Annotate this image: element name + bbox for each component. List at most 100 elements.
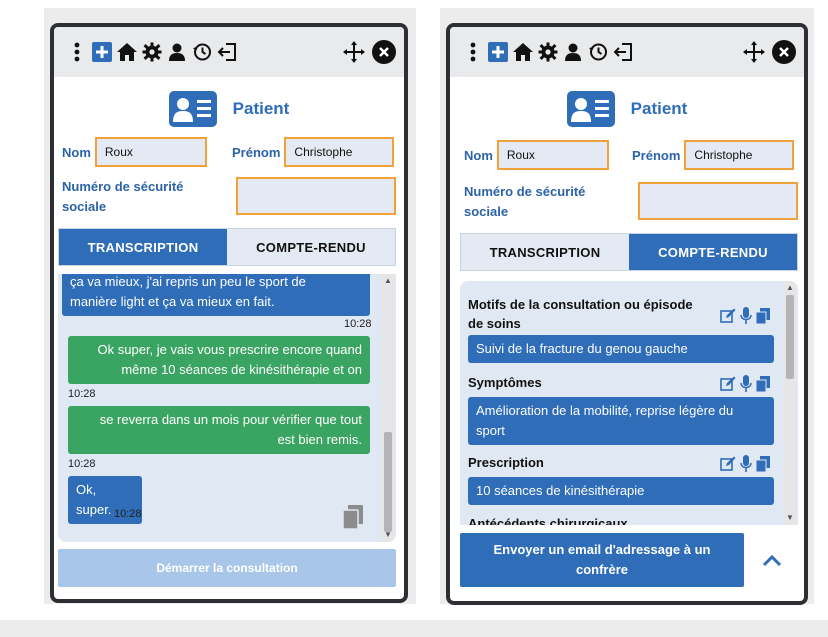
microphone-icon[interactable] [740,455,752,473]
close-icon[interactable] [372,40,396,64]
nom-label: Nom [464,147,493,163]
patient-title: Patient [630,99,688,118]
secu-field[interactable] [638,182,798,220]
microphone-icon[interactable] [740,307,752,325]
logout-icon[interactable] [612,41,634,63]
prenom-label: Prénom [632,147,681,163]
section-title-line: de soins [468,316,521,331]
patient-title: Patient [232,99,290,118]
scroll-up-arrow[interactable]: ▲ [784,283,796,293]
section-title-partial: Antécédents chirurgicaux [468,514,628,525]
toolbar [54,27,404,77]
message-text: même 10 séances de kinésithérapie et on [121,362,362,377]
id-card-icon [168,91,217,127]
move-icon[interactable] [743,41,765,63]
email-button-line: Envoyer un email d'adressage à un [493,542,711,557]
history-icon[interactable] [587,41,609,63]
message-text: est bien remis. [277,432,362,447]
copy-icon[interactable] [342,504,364,535]
section-value-line: sport [476,423,505,438]
section-value[interactable]: Amélioration de la mobilité, reprise lég… [468,397,774,445]
message-text: manière light et ça va mieux en fait. [70,294,275,309]
message-time: 10:28 [68,388,96,400]
scroll-thumb[interactable] [786,295,794,379]
close-icon[interactable] [772,40,796,64]
secu-label: Numéro de sécurité sociale [62,177,183,217]
gear-icon[interactable] [537,41,559,63]
start-consultation-button[interactable]: Démarrer la consultation [58,549,396,587]
scroll-down-arrow[interactable]: ▼ [784,513,796,523]
message-text: ça va mieux, j'ai repris un peu le sport… [70,274,306,289]
user-icon[interactable] [562,41,584,63]
tab-compte-rendu[interactable]: COMPTE-RENDU [629,234,797,270]
sections-scrollbar[interactable]: ▲ ▼ [784,281,796,525]
patient-header: Patient [450,89,804,129]
copy-icon[interactable] [756,308,770,324]
secu-field[interactable] [236,177,396,215]
section-value-line: Amélioration de la mobilité, reprise lég… [476,403,734,418]
patient-header: Patient [54,89,404,129]
message-time: 10:28 [344,318,372,330]
more-vertical-icon[interactable] [66,41,88,63]
toolbar [450,27,804,77]
edit-icon[interactable] [720,308,736,324]
secu-label: Numéro de sécurité sociale [464,182,585,222]
section-value[interactable]: Suivi de la fracture du genou gauche [468,335,774,363]
widget-panel-compte-rendu: Patient Nom Roux Prénom Christophe Numér… [446,23,808,605]
section-actions [716,375,770,393]
prenom-label: Prénom [232,144,281,160]
add-note-icon[interactable] [91,41,113,63]
logout-icon[interactable] [216,41,238,63]
message-text: se reverra dans un mois pour vérifier qu… [99,412,362,427]
message-bubble-patient: se reverra dans un mois pour vérifier qu… [68,406,370,454]
prenom-field[interactable]: Christophe [284,137,395,167]
nom-row: Nom Roux [62,137,207,167]
nom-label: Nom [62,144,91,160]
edit-icon[interactable] [720,376,736,392]
secu-label-line2: sociale [62,199,107,214]
copy-icon[interactable] [756,456,770,472]
move-icon[interactable] [343,41,365,63]
send-referral-email-button[interactable]: Envoyer un email d'adressage à un confrè… [460,533,744,587]
tab-transcription[interactable]: TRANSCRIPTION [59,229,227,265]
tab-bar: TRANSCRIPTION COMPTE-RENDU [460,233,798,271]
secu-label-line1: Numéro de sécurité [464,184,586,199]
chat-scrollbar[interactable]: ▲ ▼ [382,274,394,542]
more-vertical-icon[interactable] [462,41,484,63]
chevron-up-icon[interactable] [754,543,790,579]
nom-row: Nom Roux [464,140,609,170]
edit-icon[interactable] [720,456,736,472]
transcription-chat: ça va mieux, j'ai repris un peu le sport… [58,274,396,542]
section-value[interactable]: 10 séances de kinésithérapie [468,477,774,505]
microphone-icon[interactable] [740,375,752,393]
section-title: Motifs de la consultation ou épisode de … [468,295,718,333]
widget-panel-transcription: Patient Nom Roux Prénom Christophe Numér… [50,23,408,603]
home-icon[interactable] [512,41,534,63]
nom-field[interactable]: Roux [94,137,207,167]
user-icon[interactable] [166,41,188,63]
scroll-down-arrow[interactable]: ▼ [382,530,394,540]
section-value-line: Suivi de la fracture du genou gauche [476,341,688,356]
message-bubble-patient: Ok super, je vais vous prescrire encore … [68,336,370,384]
section-actions [716,307,770,325]
tab-bar: TRANSCRIPTION COMPTE-RENDU [58,228,396,266]
scroll-up-arrow[interactable]: ▲ [382,276,394,286]
tab-transcription[interactable]: TRANSCRIPTION [461,234,629,270]
scroll-thumb[interactable] [384,432,392,532]
compte-rendu-sections: Motifs de la consultation ou épisode de … [460,281,798,525]
nom-field[interactable]: Roux [496,140,609,170]
section-title-line: Symptômes [468,375,542,390]
id-card-icon [566,91,615,127]
tab-compte-rendu[interactable]: COMPTE-RENDU [227,229,395,265]
section-title: Symptômes [468,373,542,392]
email-button-line: confrère [575,562,628,577]
background-bottom [0,620,828,637]
section-title-line: Prescription [468,455,544,470]
history-icon[interactable] [191,41,213,63]
section-title-line: Antécédents chirurgicaux [468,516,628,525]
gear-icon[interactable] [141,41,163,63]
home-icon[interactable] [116,41,138,63]
copy-icon[interactable] [756,376,770,392]
prenom-field[interactable]: Christophe [684,140,795,170]
add-note-icon[interactable] [487,41,509,63]
